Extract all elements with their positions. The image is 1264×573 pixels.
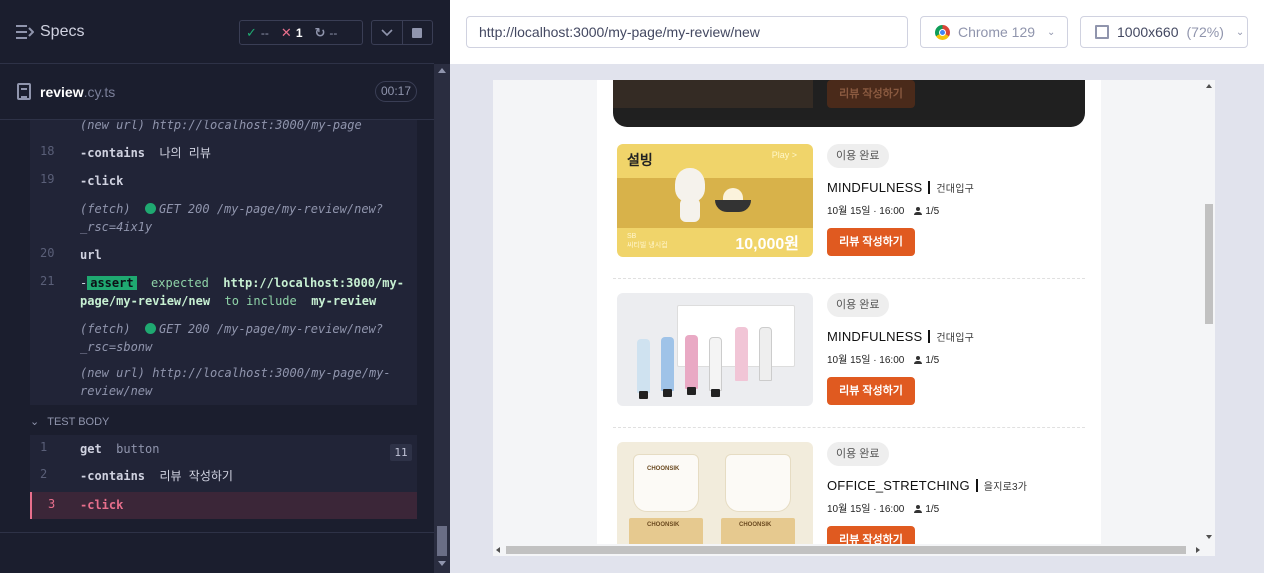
thumbnail-play: Play > (771, 150, 797, 160)
thumbnail-caption: SB 씨티빌 냉시컵 (627, 233, 668, 249)
log-entry-failed[interactable]: 3 -click (30, 492, 417, 519)
item-thumbnail: CHOONSIK CHOONSIK CHOONSIK (617, 442, 813, 555)
tube (685, 335, 698, 389)
stat-passed: ✓ -- (246, 24, 269, 40)
status-badge: 이용 완료 (827, 293, 889, 317)
chrome-icon (935, 24, 950, 40)
specs-icon[interactable] (16, 24, 34, 40)
specs-title[interactable]: Specs (40, 23, 84, 41)
browser-selector[interactable]: Chrome 129 ⌄ (920, 16, 1068, 48)
review-list-page: 리뷰 작성하기 설빙 Play > SB 씨티빌 냉시컵 10,000원 이용 완… (597, 80, 1101, 556)
stat-failed: ✕ 1 (280, 24, 303, 40)
scroll-down-icon[interactable] (438, 561, 446, 566)
scroll-down-icon[interactable] (1206, 535, 1212, 539)
item-thumbnail: 설빙 Play > SB 씨티빌 냉시컵 10,000원 (617, 144, 813, 257)
thumbnail-label: CHOONSIK (739, 522, 772, 528)
stat-pending: ↻ -- (314, 24, 338, 40)
hook-commands: (new url) http://localhost:3000/my-page … (30, 120, 417, 405)
person-icon (914, 207, 923, 215)
command-log-scrollbar[interactable] (434, 64, 450, 573)
tube (637, 339, 650, 393)
app-iframe: 리뷰 작성하기 설빙 Play > SB 씨티빌 냉시컵 10,000원 이용 완… (493, 80, 1215, 556)
person-icon (914, 356, 923, 364)
stop-button[interactable] (401, 21, 432, 44)
program-title: MINDFULNESS 건대입구 (827, 329, 974, 344)
status-badge: 이용 완료 (827, 442, 889, 466)
write-review-button[interactable]: 리뷰 작성하기 (827, 377, 915, 405)
test-stats: ✓ -- ✕ 1 ↻ -- (239, 20, 363, 45)
chevron-down-icon[interactable] (372, 21, 402, 44)
schedule-info: 10월 15일 · 16:00 1/5 (827, 355, 940, 366)
person-icon (914, 505, 923, 513)
item-thumbnail (613, 80, 813, 108)
aut-toolbar: http://localhost:3000/my-page/my-review/… (450, 0, 1264, 64)
write-review-button[interactable]: 리뷰 작성하기 (827, 80, 915, 108)
test-body-commands: 1 get button 11 2 -contains 리뷰 작성하기 (30, 435, 417, 492)
tube-cap (663, 389, 672, 397)
schedule-info: 10월 15일 · 16:00 1/5 (827, 206, 940, 217)
page-horizontal-scrollbar[interactable] (493, 544, 1203, 556)
thumbnail-brand: 설빙 (627, 152, 653, 168)
status-dot (145, 323, 157, 334)
check-icon: ✓ (246, 24, 257, 40)
tube (735, 327, 748, 381)
page-vertical-scrollbar[interactable] (1203, 80, 1215, 544)
aut-panel: http://localhost:3000/my-page/my-review/… (450, 0, 1264, 573)
element-count-badge: 11 (390, 444, 412, 461)
tube-cap (687, 387, 696, 395)
chevron-down-icon: ⌄ (1047, 26, 1056, 38)
status-dot (145, 203, 157, 214)
scroll-left-icon[interactable] (496, 547, 500, 553)
mug (725, 454, 791, 512)
previous-item-card: 리뷰 작성하기 (613, 80, 1085, 127)
document-icon (17, 83, 31, 100)
spec-filename[interactable]: review.cy.ts (40, 84, 115, 100)
chevron-down-icon: ⌄ (30, 416, 40, 428)
thumbnail-label: CHOONSIK (647, 466, 680, 472)
cypress-runner-panel: Specs ✓ -- ✕ 1 ↻ -- review.cy.ts 00:17 (… (0, 0, 450, 573)
scroll-up-icon[interactable] (438, 68, 446, 73)
write-review-button[interactable]: 리뷰 작성하기 (827, 228, 915, 256)
log-footer (0, 532, 434, 573)
tube (661, 337, 674, 391)
thumbnail-price: 10,000원 (735, 236, 799, 253)
program-title: MINDFULNESS 건대입구 (827, 180, 974, 195)
review-item: 이용 완료 MINDFULNESS 건대입구 10월 15일 · 16:00 1/5… (613, 279, 1085, 428)
bunny-illustration (675, 168, 705, 202)
status-badge: 이용 완료 (827, 144, 889, 168)
url-field[interactable]: http://localhost:3000/my-page/my-review/… (466, 16, 908, 48)
tube-cap (639, 391, 648, 399)
viewport-icon (1095, 25, 1109, 39)
specs-header: Specs ✓ -- ✕ 1 ↻ -- (0, 0, 434, 64)
item-thumbnail (617, 293, 813, 406)
scrollbar-thumb[interactable] (1205, 204, 1213, 324)
run-controls (371, 20, 433, 45)
scroll-up-icon[interactable] (1206, 84, 1212, 88)
tube (709, 337, 722, 391)
scrollbar-thumb[interactable] (506, 546, 1186, 554)
mug (633, 454, 699, 512)
viewport-selector[interactable]: 1000x660 (72%) ⌄ (1080, 16, 1248, 48)
scroll-right-icon[interactable] (1196, 547, 1200, 553)
thumbnail-label: CHOONSIK (647, 522, 680, 528)
schedule-info: 10월 15일 · 16:00 1/5 (827, 504, 940, 515)
review-item: CHOONSIK CHOONSIK CHOONSIK 이용 완료 OFFICE_… (613, 428, 1085, 556)
stop-icon (412, 27, 423, 38)
tube-cap (711, 389, 720, 397)
program-title: OFFICE_STRETCHING 을지로3가 (827, 478, 1028, 493)
x-icon: ✕ (280, 24, 292, 40)
chevron-down-icon: ⌄ (1235, 26, 1245, 38)
bunny-body (680, 198, 700, 222)
review-item: 설빙 Play > SB 씨티빌 냉시컵 10,000원 이용 완료 MINDFU… (613, 130, 1085, 279)
pending-icon: ↻ (314, 24, 326, 40)
command-log: (new url) http://localhost:3000/my-page … (0, 120, 434, 532)
tube (759, 327, 772, 381)
spec-header: review.cy.ts 00:17 (0, 64, 434, 120)
spec-duration: 00:17 (375, 81, 417, 102)
scrollbar-thumb[interactable] (437, 526, 447, 556)
test-body-toggle[interactable]: ⌄ TEST BODY (30, 415, 109, 428)
